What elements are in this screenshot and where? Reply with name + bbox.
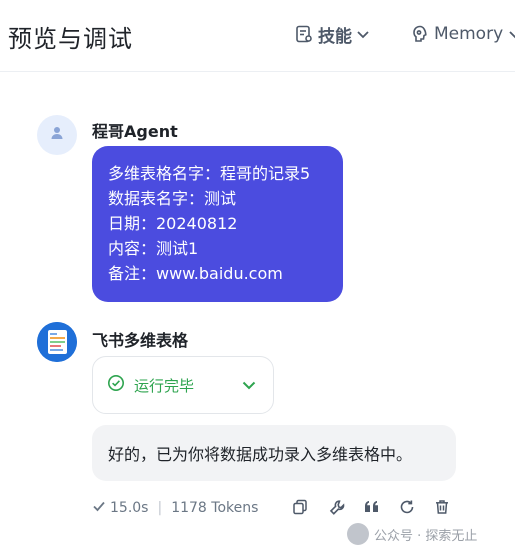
- tool-button[interactable]: [327, 499, 347, 519]
- regenerate-button[interactable]: [397, 499, 417, 519]
- run-status-text: 运行完毕: [134, 376, 195, 395]
- refresh-icon: [399, 499, 415, 519]
- wechat-logo-icon: [347, 523, 369, 545]
- reply-bubble: 好的，已为你将数据成功录入多维表格中。: [92, 425, 456, 481]
- user-avatar-icon: [49, 125, 65, 145]
- bot-avatar: [37, 322, 77, 362]
- message-meta: 15.0s | 1178 Tokens: [92, 498, 258, 518]
- quote-button[interactable]: [362, 499, 382, 519]
- chevron-down-icon: [356, 27, 370, 41]
- watermark: 公众号 · 探索无止: [347, 523, 477, 545]
- wrench-icon: [329, 499, 346, 520]
- token-count: 1178 Tokens: [171, 500, 259, 516]
- message-bubble: 多维表格名字：程哥的记录5 数据表名字：测试 日期：20240812 内容：测试…: [92, 146, 343, 302]
- agent-avatar: [37, 115, 77, 155]
- header: 预览与调试 技能 Memory: [0, 0, 515, 72]
- copy-button[interactable]: [290, 499, 310, 519]
- bot-avatar-icon: [37, 322, 77, 362]
- response-time: 15.0s: [110, 500, 149, 516]
- skills-icon: [294, 24, 314, 44]
- message-line: 多维表格名字：程哥的记录5: [108, 164, 311, 183]
- memory-brain-icon: [410, 24, 430, 44]
- quote-icon: [364, 500, 380, 518]
- chevron-down-icon: [241, 377, 257, 397]
- chevron-down-icon: [508, 27, 515, 41]
- run-status-toggle[interactable]: 运行完毕: [92, 356, 274, 414]
- watermark-text: 公众号 · 探索无止: [374, 528, 478, 544]
- divider: |: [157, 500, 163, 516]
- check-circle-icon: [107, 374, 125, 396]
- skills-label: 技能: [318, 26, 352, 47]
- memory-button[interactable]: Memory: [410, 22, 515, 46]
- delete-button[interactable]: [432, 499, 452, 519]
- memory-label: Memory: [434, 24, 504, 44]
- bot-name: 飞书多维表格: [92, 331, 189, 350]
- message-line: 备注：www.baidu.com: [108, 264, 283, 283]
- page-title: 预览与调试: [8, 25, 133, 53]
- skills-button[interactable]: 技能: [294, 22, 370, 47]
- copy-icon: [292, 499, 308, 519]
- agent-name: 程哥Agent: [92, 122, 178, 141]
- message-line: 日期：20240812: [108, 214, 238, 233]
- trash-icon: [434, 499, 450, 519]
- check-icon: [92, 499, 106, 517]
- message-line: 内容：测试1: [108, 239, 199, 258]
- message-line: 数据表名字：测试: [108, 189, 237, 208]
